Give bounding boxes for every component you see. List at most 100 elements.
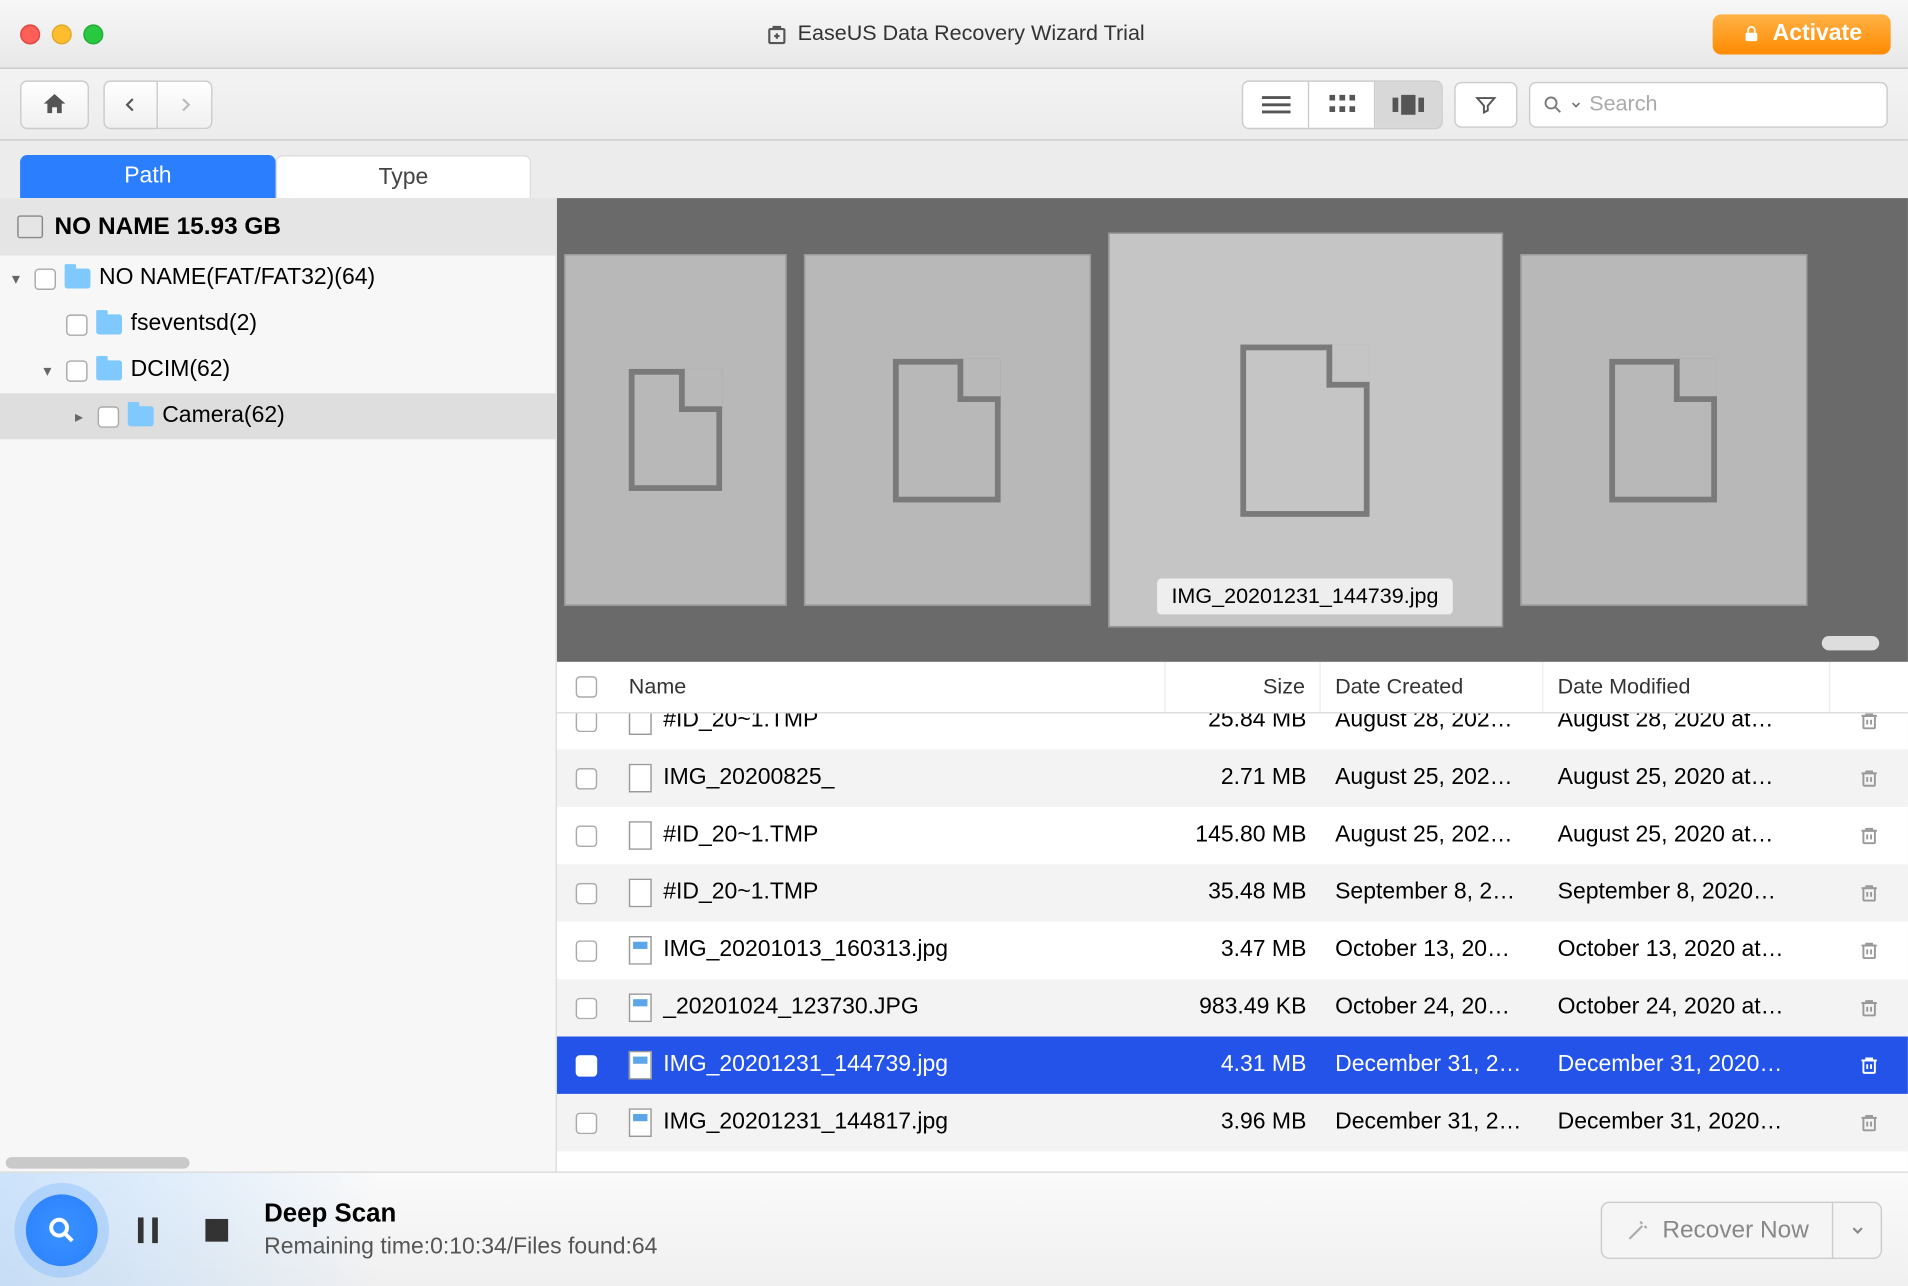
column-date-modified[interactable]: Date Modified [1543, 662, 1830, 712]
chevron-down-icon [1848, 1221, 1865, 1238]
file-checkbox[interactable] [575, 940, 597, 962]
wand-icon [1625, 1217, 1651, 1243]
coverflow-icon [1393, 94, 1425, 114]
close-window-button[interactable] [20, 24, 40, 44]
tree-item-label: fseventsd(2) [131, 312, 257, 338]
folder-icon [65, 268, 91, 288]
disclosure-chevron-icon[interactable]: ▾ [6, 269, 26, 288]
preview-card-current[interactable]: IMG_20201231_144739.jpg [1108, 233, 1503, 628]
preview-card[interactable] [1520, 254, 1807, 606]
file-size: 3.96 MB [1166, 1110, 1321, 1136]
minimize-window-button[interactable] [52, 24, 72, 44]
toolbar [0, 69, 1908, 141]
chevron-right-icon [176, 94, 193, 114]
file-date-created: October 13, 20… [1321, 937, 1544, 963]
drive-header[interactable]: NO NAME 15.93 GB [0, 198, 556, 255]
file-row[interactable]: IMG_20200825_2.71 MBAugust 25, 202…Augus… [557, 749, 1908, 806]
table-header: Name Size Date Created Date Modified [557, 662, 1908, 714]
file-checkbox[interactable] [575, 997, 597, 1019]
file-list: #ID_20~1.TMP25.84 MBAugust 28, 202…Augus… [557, 713, 1908, 1171]
file-row[interactable]: IMG_20201231_144739.jpg4.31 MBDecember 3… [557, 1037, 1908, 1094]
file-size: 35.48 MB [1166, 880, 1321, 906]
filter-button[interactable] [1454, 81, 1517, 127]
preview-card[interactable] [803, 254, 1090, 606]
home-button[interactable] [20, 80, 89, 129]
trash-icon[interactable] [1858, 937, 1881, 963]
fullscreen-window-button[interactable] [83, 24, 103, 44]
pause-scan-button[interactable] [126, 1208, 169, 1251]
file-checkbox[interactable] [575, 1112, 597, 1134]
lock-icon [1741, 24, 1761, 44]
file-checkbox[interactable] [575, 882, 597, 904]
forward-button[interactable] [158, 80, 213, 129]
back-button[interactable] [103, 80, 158, 129]
recover-dropdown-button[interactable] [1832, 1202, 1881, 1257]
view-mode-segment [1242, 80, 1443, 129]
search-box[interactable] [1529, 81, 1888, 127]
select-all-checkbox[interactable] [575, 676, 597, 698]
activate-button[interactable]: Activate [1712, 14, 1890, 54]
trash-icon[interactable] [1858, 995, 1881, 1021]
view-coverflow-button[interactable] [1375, 81, 1441, 127]
file-date-created: October 24, 20… [1321, 995, 1544, 1021]
trash-icon[interactable] [1858, 765, 1881, 791]
tree-row[interactable]: fseventsd(2) [0, 301, 556, 347]
preview-scrollbar[interactable] [571, 636, 1893, 653]
list-icon [1261, 94, 1290, 114]
view-list-button[interactable] [1243, 81, 1309, 127]
file-checkbox[interactable] [575, 713, 597, 731]
folder-icon [96, 360, 122, 380]
window-controls [20, 24, 103, 44]
preview-card[interactable] [563, 254, 786, 606]
trash-icon[interactable] [1858, 713, 1881, 733]
tree-checkbox[interactable] [34, 268, 56, 290]
trash-icon[interactable] [1858, 1110, 1881, 1136]
file-row[interactable]: IMG_20201231_144817.jpg3.96 MBDecember 3… [557, 1094, 1908, 1151]
file-checkbox[interactable] [575, 767, 597, 789]
tree-checkbox[interactable] [66, 360, 88, 382]
image-file-icon [629, 1108, 652, 1137]
column-size[interactable]: Size [1166, 662, 1321, 712]
scan-status-title: Deep Scan [264, 1199, 657, 1229]
search-icon [46, 1214, 78, 1246]
file-name-label: _20201024_123730.JPG [663, 995, 918, 1021]
search-input[interactable] [1589, 92, 1875, 116]
tree-checkbox[interactable] [66, 314, 88, 336]
file-date-created: December 31, 2… [1321, 1110, 1544, 1136]
file-date-modified: August 25, 2020 at… [1543, 823, 1830, 849]
grid-icon [1329, 94, 1355, 114]
file-checkbox[interactable] [575, 1054, 597, 1076]
file-date-modified: October 24, 2020 at… [1543, 995, 1830, 1021]
file-row[interactable]: #ID_20~1.TMP35.48 MBSeptember 8, 2…Septe… [557, 864, 1908, 921]
view-grid-button[interactable] [1309, 81, 1375, 127]
file-size: 25.84 MB [1166, 713, 1321, 733]
file-size: 145.80 MB [1166, 823, 1321, 849]
file-date-created: August 25, 202… [1321, 823, 1544, 849]
column-name[interactable]: Name [614, 662, 1165, 712]
tab-type[interactable]: Type [276, 155, 532, 198]
sidebar-scrollbar[interactable] [0, 1160, 556, 1171]
tree-checkbox[interactable] [98, 406, 120, 428]
tree-row[interactable]: ▸Camera(62) [0, 393, 556, 439]
file-row[interactable]: #ID_20~1.TMP 145.80 MBAugust 25, 202…Augu… [557, 807, 1908, 864]
file-row[interactable]: IMG_20201013_160313.jpg3.47 MBOctober 13… [557, 922, 1908, 979]
disclosure-chevron-icon[interactable]: ▸ [69, 407, 89, 426]
recover-button[interactable]: Recover Now [1601, 1201, 1882, 1258]
disclosure-chevron-icon[interactable]: ▾ [37, 361, 57, 380]
search-icon [1542, 93, 1564, 116]
tree-row[interactable]: ▾DCIM(62) [0, 347, 556, 393]
file-checkbox[interactable] [575, 825, 597, 847]
trash-icon[interactable] [1858, 880, 1881, 906]
file-name-label: #ID_20~1.TMP [663, 823, 818, 849]
pause-icon [138, 1217, 158, 1243]
preview-strip[interactable]: IMG_20201231_144739.jpg [557, 198, 1908, 662]
file-row[interactable]: #ID_20~1.TMP25.84 MBAugust 28, 202…Augus… [557, 713, 1908, 749]
tree-row[interactable]: ▾NO NAME(FAT/FAT32)(64) [0, 256, 556, 302]
stop-scan-button[interactable] [195, 1208, 238, 1251]
column-date-created[interactable]: Date Created [1321, 662, 1544, 712]
tab-path[interactable]: Path [20, 155, 276, 198]
file-row[interactable]: _20201024_123730.JPG983.49 KBOctober 24,… [557, 979, 1908, 1036]
folder-icon [128, 406, 154, 426]
trash-icon[interactable] [1858, 1052, 1881, 1078]
trash-icon[interactable] [1858, 823, 1881, 849]
